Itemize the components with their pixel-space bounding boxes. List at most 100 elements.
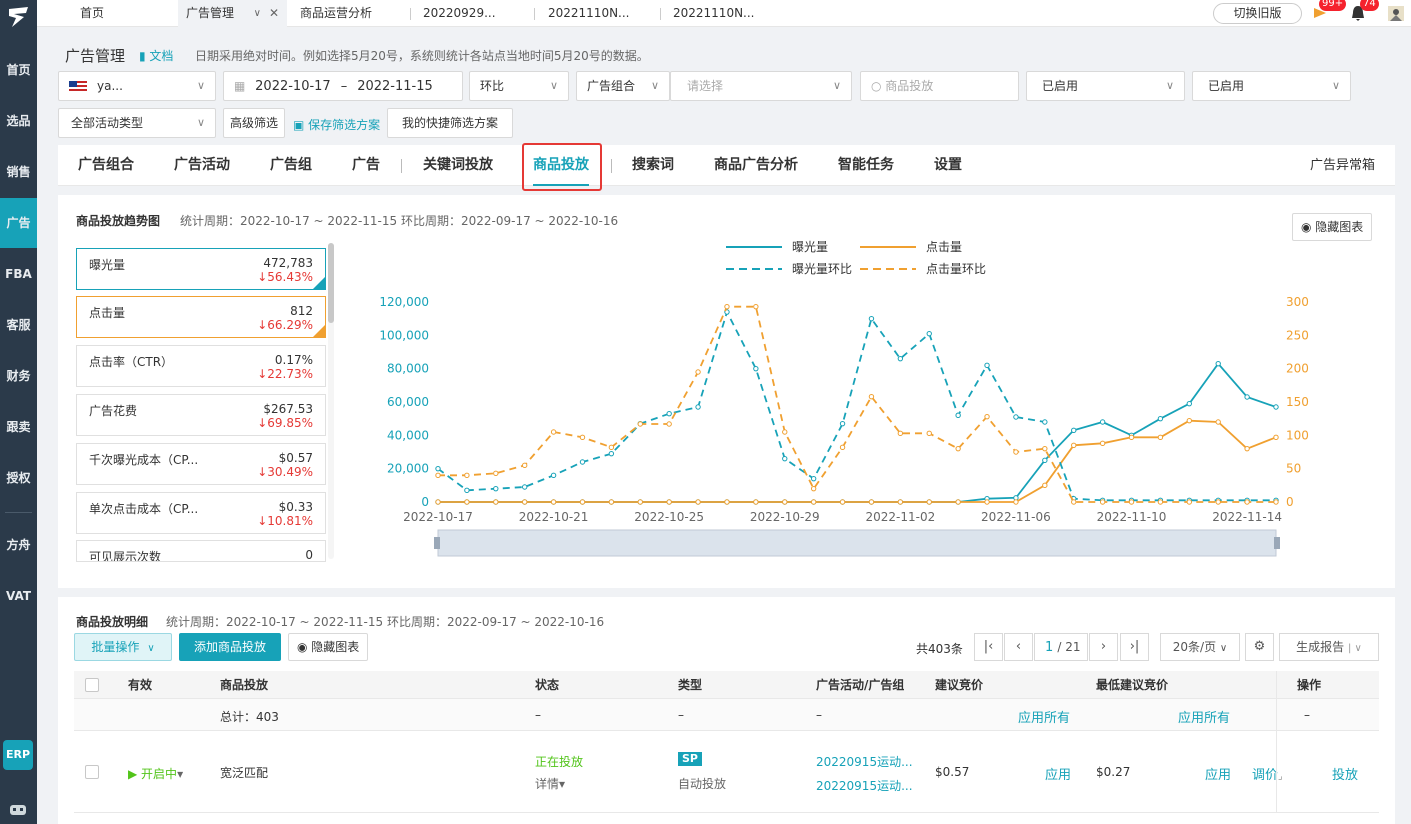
erp-button[interactable]: ERP <box>3 740 33 770</box>
tab-product-analysis[interactable]: 商品运营分析 <box>292 0 402 27</box>
apply-all-bid-link[interactable]: 应用所有 <box>1018 707 1070 726</box>
status-select-2[interactable]: 已启用 ∨ <box>1192 71 1351 101</box>
sidebar-item-vat[interactable]: VAT <box>0 576 37 616</box>
book-icon: ▮ <box>139 49 150 63</box>
nav-product-ad-analysis[interactable]: 商品广告分析 <box>714 145 798 186</box>
nav-campaign[interactable]: 广告活动 <box>174 145 230 186</box>
sidebar-item-selection[interactable]: 选品 <box>0 101 37 141</box>
prev-page-icon[interactable]: ‹ <box>1004 633 1033 661</box>
apply-bid-link[interactable]: 应用 <box>1045 764 1071 783</box>
sidebar-item-ark[interactable]: 方舟 <box>0 525 37 565</box>
metric-card[interactable]: 点击率（CTR） 0.17% ↓22.73% <box>76 345 326 387</box>
data-point <box>666 410 672 417</box>
nav-ad[interactable]: 广告 <box>352 145 380 186</box>
metric-card[interactable]: 广告花费 $267.53 ↓69.85% <box>76 394 326 436</box>
tab-ad-management[interactable]: 广告管理 ∨ ✕ <box>178 0 287 27</box>
sidebar-item-service[interactable]: 客服 <box>0 305 37 345</box>
save-scheme-link[interactable]: ▣ 保存筛选方案 <box>293 116 380 133</box>
data-point <box>724 499 730 505</box>
add-targeting-button[interactable]: 添加商品投放 <box>179 633 281 661</box>
nav-keyword-targeting[interactable]: 关键词投放 <box>423 145 493 186</box>
data-point <box>1013 449 1019 455</box>
current-page: 1 <box>1045 640 1054 655</box>
gear-icon[interactable]: ⚙ <box>1245 633 1274 661</box>
robot-icon[interactable] <box>8 800 28 818</box>
scrollbar-thumb[interactable] <box>328 243 334 323</box>
type-value: 自动投放 <box>678 777 727 791</box>
column-header[interactable]: 类型 <box>678 671 702 699</box>
tab-report-2[interactable]: 20221110N... <box>540 0 650 27</box>
column-header[interactable]: 状态 <box>535 671 559 699</box>
nav-smart-tasks[interactable]: 智能任务 <box>838 145 894 186</box>
adjust-price-link[interactable]: 调价⌟ <box>1252 764 1283 783</box>
shop-select[interactable]: ya... ∨ <box>58 71 216 101</box>
nav-settings[interactable]: 设置 <box>934 145 962 186</box>
nav-adgroup[interactable]: 广告组 <box>270 145 312 186</box>
doc-link[interactable]: ▮ 文档 <box>139 47 173 64</box>
hide-chart-button-2[interactable]: ◉ 隐藏图表 <box>288 633 369 661</box>
avatar-icon[interactable] <box>1388 6 1404 21</box>
column-header[interactable]: 最低建议竞价 <box>1096 671 1168 699</box>
group-type-select[interactable]: 广告组合 ∨ <box>576 71 670 101</box>
data-point <box>1071 427 1077 434</box>
column-header[interactable]: 广告活动/广告组 <box>816 671 904 699</box>
close-icon[interactable]: ✕ <box>269 0 279 27</box>
next-page-icon[interactable]: › <box>1089 633 1118 661</box>
search-input[interactable]: ○ 商品投放 <box>860 71 1019 101</box>
sidebar-item-finance[interactable]: 财务 <box>0 356 37 396</box>
sidebar-item-sales[interactable]: 销售 <box>0 152 37 192</box>
valid-toggle[interactable]: ▶ 开启中▾ <box>128 765 183 782</box>
nav-search-terms[interactable]: 搜索词 <box>632 145 674 186</box>
last-page-icon[interactable]: ›| <box>1120 633 1149 661</box>
compare-select[interactable]: 环比 ∨ <box>469 71 569 101</box>
trend-chart[interactable]: 曝光量 点击量曝光量环比 点击量环比 0 20,000 40,000 60,000 80,00… <box>338 235 1378 570</box>
page-size-select[interactable]: 20条/页 ∨ <box>1160 633 1240 661</box>
apply-all-min-bid-link[interactable]: 应用所有 <box>1178 707 1230 726</box>
sidebar-item-fba[interactable]: FBA <box>0 254 37 294</box>
zoom-handle-right[interactable] <box>1274 537 1280 549</box>
trend-period: 统计周期：2022-10-17 ~ 2022-11-15 环比周期：2022-0… <box>180 214 619 228</box>
zoom-slider[interactable] <box>437 529 1277 557</box>
metric-card[interactable]: 曝光量 472,783 ↓56.43% <box>76 248 326 290</box>
tab-report-1[interactable]: 20220929... <box>415 0 525 27</box>
date-range-picker[interactable]: ▦ 2022-10-17–2022-11-15 <box>223 71 463 101</box>
tab-report-3[interactable]: 20221110N... <box>665 0 775 27</box>
quick-scheme-button[interactable]: 我的快捷筛选方案 <box>387 108 513 138</box>
zoom-handle-left[interactable] <box>434 537 440 549</box>
row-checkbox[interactable] <box>85 765 99 779</box>
sidebar-item-home[interactable]: 首页 <box>0 50 37 90</box>
advanced-filter-button[interactable]: 高级筛选 <box>223 108 285 138</box>
metric-card[interactable]: 点击量 812 ↓66.29% <box>76 296 326 338</box>
eye-icon: ◉ <box>1301 220 1316 234</box>
play-icon: ▶ <box>128 767 142 781</box>
campaign-link[interactable]: 20220915运动... <box>816 753 916 770</box>
tab-home[interactable]: 首页 <box>72 0 162 27</box>
deliver-link[interactable]: 投放 <box>1332 764 1358 783</box>
metric-scrollbar[interactable] <box>328 243 334 559</box>
status-detail[interactable]: 详情▾ <box>535 775 565 792</box>
y-tick-label-left: 120,000 <box>379 295 429 309</box>
sidebar-item-ads[interactable]: 广告 <box>0 198 37 248</box>
metric-card[interactable]: 单次点击成本（CP... $0.33 ↓10.81% <box>76 492 326 534</box>
batch-operation-button[interactable]: 批量操作 ∨ <box>74 633 172 661</box>
nav-portfolio[interactable]: 广告组合 <box>78 145 134 186</box>
sidebar-item-follow[interactable]: 跟卖 <box>0 407 37 447</box>
column-header[interactable]: 有效 <box>128 671 152 699</box>
status-select-1[interactable]: 已启用 ∨ <box>1026 71 1185 101</box>
chevron-down-icon[interactable]: ∨ <box>254 0 261 27</box>
page-indicator[interactable]: 1 / 21 <box>1034 633 1088 661</box>
column-header[interactable]: 建议竞价 <box>935 671 983 699</box>
switch-old-version-button[interactable]: 切换旧版 <box>1213 3 1302 24</box>
first-page-icon[interactable]: |‹ <box>974 633 1003 661</box>
column-header[interactable]: 商品投放 <box>220 671 268 699</box>
ad-anomaly-box[interactable]: 广告异常箱 <box>1310 145 1375 186</box>
adgroup-link[interactable]: 20220915运动... <box>816 777 916 794</box>
group-select[interactable]: 请选择 ∨ <box>670 71 852 101</box>
sidebar-item-auth[interactable]: 授权 <box>0 458 37 498</box>
metric-card[interactable]: 可见展示次数 0 <box>76 540 326 562</box>
activity-type-select[interactable]: 全部活动类型 ∨ <box>58 108 216 138</box>
apply-min-bid-link[interactable]: 应用 <box>1205 764 1231 783</box>
select-all-checkbox[interactable] <box>85 678 99 692</box>
generate-report-button[interactable]: 生成报告 | ∨ <box>1279 633 1379 661</box>
metric-card[interactable]: 千次曝光成本（CP... $0.57 ↓30.49% <box>76 443 326 485</box>
